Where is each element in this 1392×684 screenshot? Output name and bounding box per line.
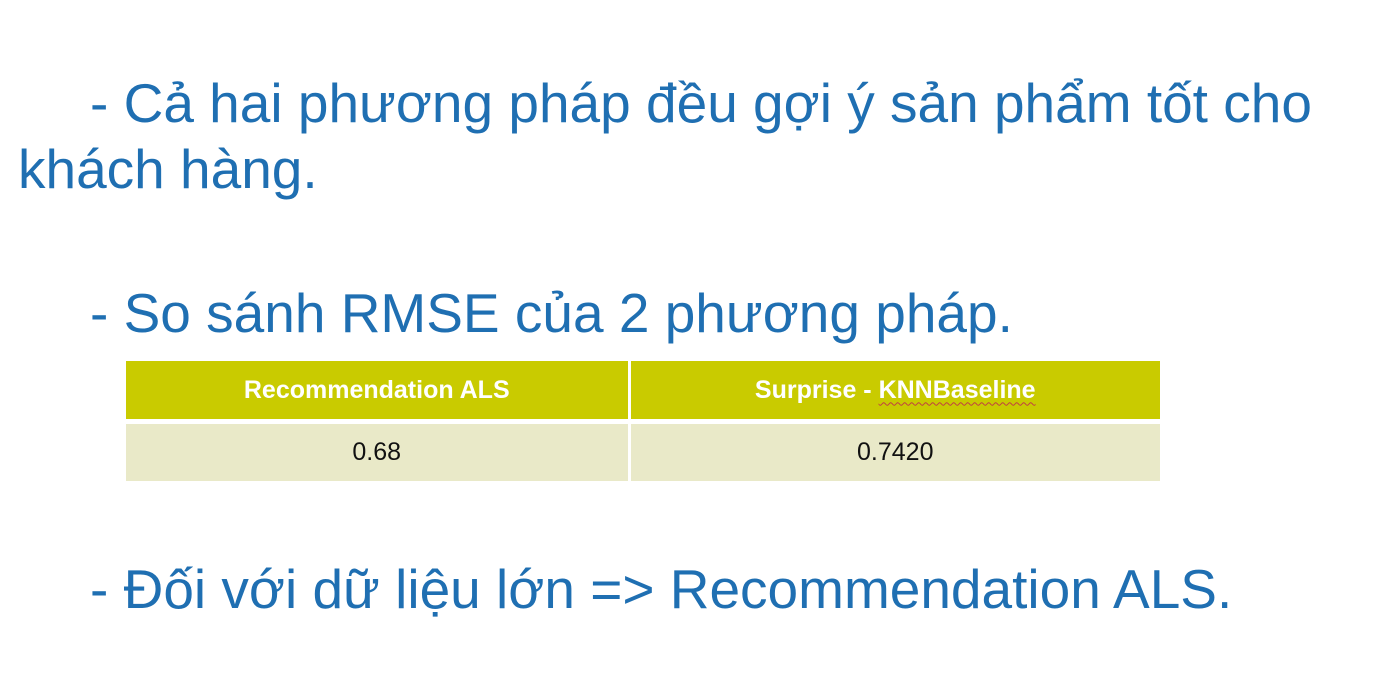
bullet-3: - Đối với dữ liệu lớn => Recommendation … xyxy=(90,558,1233,620)
cell-knn-rmse: 0.7420 xyxy=(629,421,1160,481)
slide: - Cả hai phương pháp đều gợi ý sản phẩm … xyxy=(0,0,1392,684)
table-header-row: Recommendation ALS Surprise - KNNBaselin… xyxy=(126,361,1160,424)
cell-als-rmse: 0.68 xyxy=(126,421,631,481)
rmse-comparison-table: Recommendation ALS Surprise - KNNBaselin… xyxy=(126,361,1160,481)
header-als: Recommendation ALS xyxy=(126,361,631,424)
header-knnbaseline: Surprise - KNNBaseline xyxy=(629,361,1160,424)
bullet-1: - Cả hai phương pháp đều gợi ý sản phẩm … xyxy=(18,72,1312,200)
bullet-2: - So sánh RMSE của 2 phương pháp. xyxy=(90,282,1013,344)
header-knnbaseline-prefix: Surprise - xyxy=(754,375,879,404)
header-knnbaseline-name: KNNBaseline xyxy=(878,375,1036,404)
table-row: 0.68 0.7420 xyxy=(126,421,1160,481)
